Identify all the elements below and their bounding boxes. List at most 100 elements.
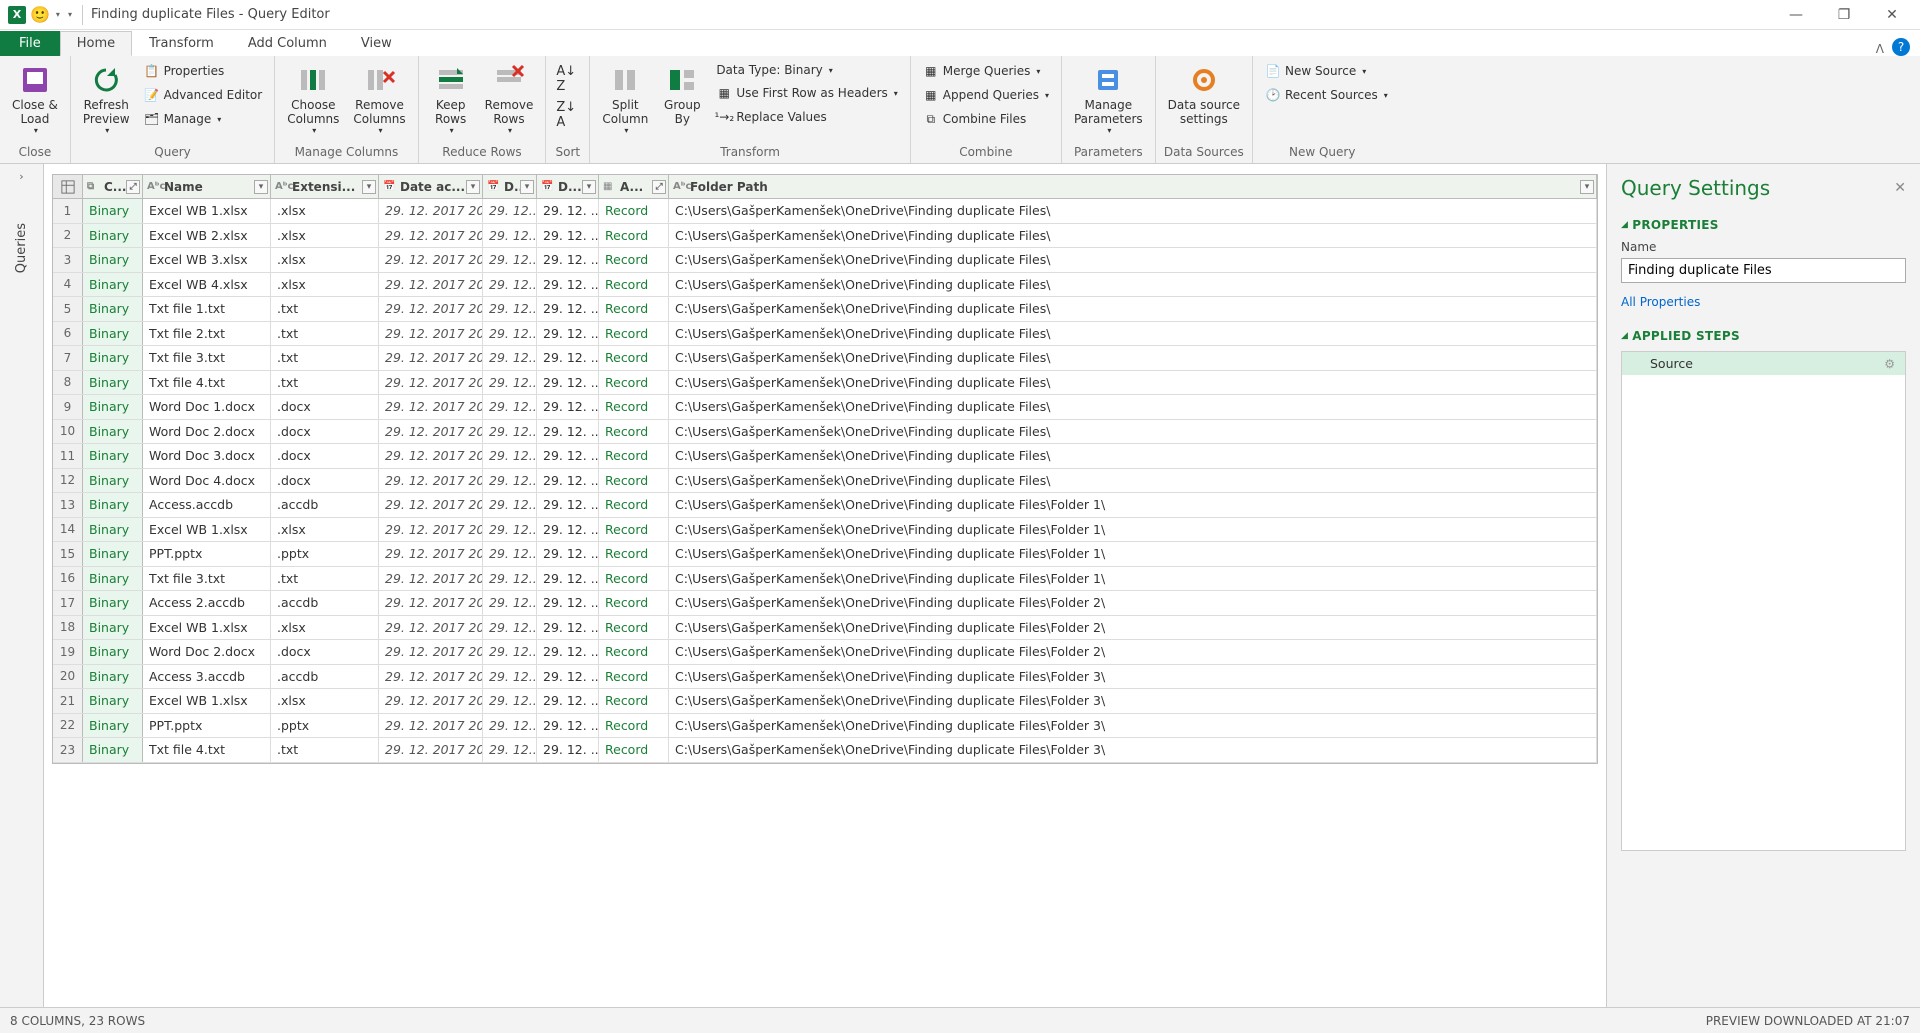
cell-extension[interactable]: .xlsx	[271, 518, 379, 542]
cell-content[interactable]: Binary	[83, 248, 143, 272]
cell-folder-path[interactable]: C:\Users\GašperKamenšek\OneDrive\Finding…	[669, 518, 1597, 542]
cell-name[interactable]: Excel WB 1.xlsx	[143, 616, 271, 640]
cell-name[interactable]: Excel WB 2.xlsx	[143, 224, 271, 248]
cell-date-created[interactable]: 29. 12. ...	[537, 738, 599, 762]
cell-date-created[interactable]: 29. 12. ...	[537, 395, 599, 419]
cell-date-accessed[interactable]: 29. 12. 2017 20...	[379, 371, 483, 395]
qat-overflow-icon[interactable]: ▾	[68, 10, 72, 19]
cell-extension[interactable]: .docx	[271, 395, 379, 419]
cell-folder-path[interactable]: C:\Users\GašperKamenšek\OneDrive\Finding…	[669, 297, 1597, 321]
cell-attributes[interactable]: Record	[599, 273, 669, 297]
expand-icon[interactable]: ⤢	[126, 180, 140, 194]
column-header-name[interactable]: AᵇcName▾	[143, 175, 271, 198]
cell-folder-path[interactable]: C:\Users\GašperKamenšek\OneDrive\Finding…	[669, 640, 1597, 664]
applied-steps-section-header[interactable]: APPLIED STEPS	[1621, 329, 1906, 343]
cell-content[interactable]: Binary	[83, 738, 143, 762]
cell-extension[interactable]: .docx	[271, 469, 379, 493]
cell-attributes[interactable]: Record	[599, 738, 669, 762]
cell-attributes[interactable]: Record	[599, 518, 669, 542]
cell-name[interactable]: Word Doc 4.docx	[143, 469, 271, 493]
cell-content[interactable]: Binary	[83, 493, 143, 517]
filter-icon[interactable]: ▾	[466, 180, 480, 194]
sort-asc-button[interactable]: A↓Z	[556, 64, 576, 94]
cell-date-modified[interactable]: 29. 12....	[483, 567, 537, 591]
cell-name[interactable]: Txt file 4.txt	[143, 738, 271, 762]
cell-name[interactable]: Txt file 3.txt	[143, 567, 271, 591]
cell-date-created[interactable]: 29. 12. ...	[537, 444, 599, 468]
cell-date-created[interactable]: 29. 12. ...	[537, 469, 599, 493]
cell-date-created[interactable]: 29. 12. ...	[537, 616, 599, 640]
cell-date-accessed[interactable]: 29. 12. 2017 20...	[379, 689, 483, 713]
cell-date-created[interactable]: 29. 12. ...	[537, 591, 599, 615]
cell-date-accessed[interactable]: 29. 12. 2017 20...	[379, 640, 483, 664]
cell-folder-path[interactable]: C:\Users\GašperKamenšek\OneDrive\Finding…	[669, 248, 1597, 272]
cell-date-accessed[interactable]: 29. 12. 2017 20...	[379, 420, 483, 444]
expand-sidebar-icon[interactable]: ›	[19, 170, 23, 183]
cell-name[interactable]: PPT.pptx	[143, 714, 271, 738]
tab-add-column[interactable]: Add Column	[231, 31, 344, 56]
cell-extension[interactable]: .accdb	[271, 591, 379, 615]
merge-queries-button[interactable]: ▦Merge Queries▾	[917, 60, 1055, 82]
table-row[interactable]: 13BinaryAccess.accdb.accdb29. 12. 2017 2…	[53, 493, 1597, 518]
cell-date-accessed[interactable]: 29. 12. 2017 20...	[379, 273, 483, 297]
cell-date-created[interactable]: 29. 12. ...	[537, 518, 599, 542]
cell-content[interactable]: Binary	[83, 469, 143, 493]
replace-values-button[interactable]: ¹→₂Replace Values	[710, 106, 903, 128]
cell-date-modified[interactable]: 29. 12....	[483, 420, 537, 444]
cell-folder-path[interactable]: C:\Users\GašperKamenšek\OneDrive\Finding…	[669, 346, 1597, 370]
table-row[interactable]: 11BinaryWord Doc 3.docx.docx29. 12. 2017…	[53, 444, 1597, 469]
cell-date-modified[interactable]: 29. 12....	[483, 689, 537, 713]
cell-folder-path[interactable]: C:\Users\GašperKamenšek\OneDrive\Finding…	[669, 738, 1597, 762]
cell-name[interactable]: Txt file 1.txt	[143, 297, 271, 321]
cell-date-accessed[interactable]: 29. 12. 2017 20...	[379, 567, 483, 591]
column-header-date-accessed[interactable]: 📅Date ac...▾	[379, 175, 483, 198]
cell-name[interactable]: PPT.pptx	[143, 542, 271, 566]
remove-rows-button[interactable]: Remove Rows▾	[479, 60, 540, 143]
table-row[interactable]: 21BinaryExcel WB 1.xlsx.xlsx29. 12. 2017…	[53, 689, 1597, 714]
cell-date-modified[interactable]: 29. 12....	[483, 616, 537, 640]
cell-content[interactable]: Binary	[83, 371, 143, 395]
column-header-extension[interactable]: AᵇcExtensi...▾	[271, 175, 379, 198]
refresh-preview-button[interactable]: Refresh Preview ▾	[77, 60, 136, 143]
append-queries-button[interactable]: ▦Append Queries▾	[917, 84, 1055, 106]
cell-content[interactable]: Binary	[83, 199, 143, 223]
cell-attributes[interactable]: Record	[599, 297, 669, 321]
cell-date-modified[interactable]: 29. 12....	[483, 395, 537, 419]
cell-folder-path[interactable]: C:\Users\GašperKamenšek\OneDrive\Finding…	[669, 542, 1597, 566]
cell-attributes[interactable]: Record	[599, 493, 669, 517]
cell-name[interactable]: Excel WB 3.xlsx	[143, 248, 271, 272]
filter-icon[interactable]: ▾	[362, 180, 376, 194]
table-row[interactable]: 15BinaryPPT.pptx.pptx29. 12. 2017 20...2…	[53, 542, 1597, 567]
close-panel-icon[interactable]: ✕	[1894, 180, 1906, 196]
table-icon[interactable]	[53, 175, 83, 198]
collapse-ribbon-icon[interactable]: ᐱ	[1876, 42, 1884, 56]
tab-home[interactable]: Home	[60, 31, 132, 56]
filter-icon[interactable]: ▾	[254, 180, 268, 194]
cell-content[interactable]: Binary	[83, 395, 143, 419]
cell-date-modified[interactable]: 29. 12....	[483, 224, 537, 248]
cell-content[interactable]: Binary	[83, 322, 143, 346]
cell-date-accessed[interactable]: 29. 12. 2017 20...	[379, 469, 483, 493]
cell-date-modified[interactable]: 29. 12....	[483, 714, 537, 738]
cell-attributes[interactable]: Record	[599, 248, 669, 272]
manage-parameters-button[interactable]: Manage Parameters▾	[1068, 60, 1149, 143]
cell-extension[interactable]: .accdb	[271, 493, 379, 517]
cell-content[interactable]: Binary	[83, 420, 143, 444]
new-source-button[interactable]: 📄New Source▾	[1259, 60, 1394, 82]
cell-folder-path[interactable]: C:\Users\GašperKamenšek\OneDrive\Finding…	[669, 371, 1597, 395]
table-row[interactable]: 9BinaryWord Doc 1.docx.docx29. 12. 2017 …	[53, 395, 1597, 420]
cell-date-modified[interactable]: 29. 12....	[483, 346, 537, 370]
choose-columns-button[interactable]: Choose Columns▾	[281, 60, 345, 143]
close-button[interactable]: ✕	[1872, 3, 1912, 27]
cell-date-created[interactable]: 29. 12. ...	[537, 322, 599, 346]
filter-icon[interactable]: ▾	[582, 180, 596, 194]
cell-date-created[interactable]: 29. 12. ...	[537, 420, 599, 444]
column-header-attributes[interactable]: ▦A...⤢	[599, 175, 669, 198]
cell-date-created[interactable]: 29. 12. ...	[537, 224, 599, 248]
cell-date-accessed[interactable]: 29. 12. 2017 20...	[379, 591, 483, 615]
query-name-input[interactable]	[1621, 258, 1906, 283]
cell-extension[interactable]: .txt	[271, 322, 379, 346]
sort-desc-button[interactable]: Z↓A	[556, 100, 576, 130]
cell-folder-path[interactable]: C:\Users\GašperKamenšek\OneDrive\Finding…	[669, 224, 1597, 248]
cell-content[interactable]: Binary	[83, 542, 143, 566]
